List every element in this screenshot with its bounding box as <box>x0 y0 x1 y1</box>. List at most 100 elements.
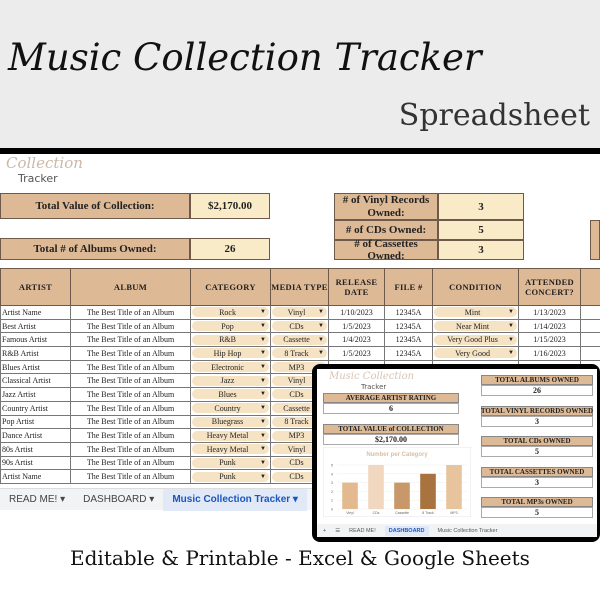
cell-attended-concert[interactable]: 1/13/2023 <box>518 305 581 320</box>
cell-release-date[interactable]: 1/5/2023 <box>328 346 385 361</box>
cell-attended-concert[interactable]: 1/15/2023 <box>518 332 581 348</box>
cell-release-date[interactable]: 1/10/2023 <box>328 305 385 320</box>
dropdown[interactable]: Jazz ▼ <box>192 375 269 386</box>
cell-category[interactable]: Country ▼ <box>190 400 271 416</box>
cell-condition[interactable]: Mint ▼ <box>432 305 519 320</box>
cell-category[interactable]: Blues ▼ <box>190 387 271 402</box>
cell-album[interactable]: The Best Title of an Album <box>70 469 191 484</box>
dropdown[interactable]: Heavy Metal ▼ <box>192 430 269 441</box>
dropdown[interactable]: Very Good ▼ <box>434 348 517 359</box>
cell-artist[interactable]: Classical Artist <box>0 373 71 389</box>
cell-media-type[interactable]: Cassette ▼ <box>270 332 329 348</box>
cell-album[interactable]: The Best Title of an Album <box>70 455 191 471</box>
cell-album[interactable]: The Best Title of an Album <box>70 305 191 320</box>
cell-attended-concert[interactable]: 1/16/2023 <box>518 346 581 361</box>
dash-tab-readme[interactable]: READ ME! <box>349 528 376 534</box>
cell-media-type[interactable]: Vinyl ▼ <box>270 305 329 320</box>
albums-owned[interactable]: 26 <box>190 238 270 260</box>
cell-album[interactable]: The Best Title of an Album <box>70 346 191 361</box>
cell-album[interactable]: The Best Title of an Album <box>70 441 191 457</box>
dropdown[interactable]: 8 Track ▼ <box>272 348 327 359</box>
tab-readme[interactable]: READ ME! ▾ <box>0 489 74 511</box>
cell-category[interactable]: Electronic ▼ <box>190 359 271 375</box>
cell-artist[interactable]: Jazz Artist <box>0 387 71 402</box>
dropdown[interactable]: Mint ▼ <box>434 307 517 318</box>
cell-empty[interactable] <box>580 332 600 348</box>
dropdown[interactable]: Rock ▼ <box>192 307 269 318</box>
cell-category[interactable]: R&B ▼ <box>190 332 271 348</box>
cell-album[interactable]: The Best Title of an Album <box>70 428 191 443</box>
cell-empty[interactable] <box>580 305 600 320</box>
cell-category[interactable]: Punk ▼ <box>190 455 271 471</box>
cell-category[interactable]: Pop ▼ <box>190 318 271 334</box>
cell-album[interactable]: The Best Title of an Album <box>70 318 191 334</box>
cell-file-number[interactable]: 12345A <box>384 305 433 320</box>
dropdown[interactable]: Blues ▼ <box>192 389 269 400</box>
cell-release-date[interactable]: 1/5/2023 <box>328 318 385 334</box>
cell-album[interactable]: The Best Title of an Album <box>70 332 191 348</box>
cell-empty[interactable] <box>580 318 600 334</box>
cell-album[interactable]: The Best Title of an Album <box>70 373 191 389</box>
cell-category[interactable]: Rock ▼ <box>190 305 271 320</box>
cell-album[interactable]: The Best Title of an Album <box>70 359 191 375</box>
cell-category[interactable]: Heavy Metal ▼ <box>190 428 271 443</box>
cell-category[interactable]: Heavy Metal ▼ <box>190 441 271 457</box>
dropdown[interactable]: CDs ▼ <box>272 321 327 332</box>
cell-condition[interactable]: Very Good Plus ▼ <box>432 332 519 348</box>
vinyl-count[interactable]: 3 <box>438 193 524 220</box>
cell-artist[interactable]: R&B Artist <box>0 346 71 361</box>
cell-file-number[interactable]: 12345A <box>384 346 433 361</box>
cell-artist[interactable]: Country Artist <box>0 400 71 416</box>
dropdown[interactable]: R&B ▼ <box>192 334 269 345</box>
dropdown[interactable]: Hip Hop ▼ <box>192 348 269 359</box>
cell-artist[interactable]: 80s Artist <box>0 441 71 457</box>
dash-tab-tracker[interactable]: Music Collection Tracker <box>438 528 498 534</box>
dropdown-arrow-icon: ▼ <box>318 323 324 330</box>
cell-category[interactable]: Jazz ▼ <box>190 373 271 389</box>
cell-file-number[interactable]: 12345A <box>384 332 433 348</box>
dropdown[interactable]: Punk ▼ <box>192 457 269 468</box>
cell-artist[interactable]: Famous Artist <box>0 332 71 348</box>
dropdown[interactable]: Punk ▼ <box>192 471 269 482</box>
dropdown[interactable]: Heavy Metal ▼ <box>192 444 269 455</box>
total-value[interactable]: $2,170.00 <box>190 193 270 219</box>
cell-file-number[interactable]: 12345A <box>384 318 433 334</box>
cell-artist[interactable]: Best Artist <box>0 318 71 334</box>
dash-tab-dashboard[interactable]: DASHBOARD <box>384 525 429 536</box>
cell-empty[interactable] <box>580 346 600 361</box>
cds-count[interactable]: 5 <box>438 220 524 240</box>
cell-artist[interactable]: Artist Name <box>0 305 71 320</box>
cell-artist[interactable]: Blues Artist <box>0 359 71 375</box>
dropdown[interactable]: Cassette ▼ <box>272 334 327 345</box>
cell-release-date[interactable]: 1/4/2023 <box>328 332 385 348</box>
cell-attended-concert[interactable]: 1/14/2023 <box>518 318 581 334</box>
table-row: Famous Artist The Best Title of an Album R… <box>0 332 600 348</box>
cell-album[interactable]: The Best Title of an Album <box>70 387 191 402</box>
dropdown[interactable]: Very Good Plus ▼ <box>434 334 517 345</box>
cell-artist[interactable]: 90s Artist <box>0 455 71 471</box>
dropdown[interactable]: Pop ▼ <box>192 321 269 332</box>
tab-dashboard[interactable]: DASHBOARD ▾ <box>74 489 163 511</box>
cell-media-type[interactable]: 8 Track ▼ <box>270 346 329 361</box>
add-sheet-icon[interactable]: + <box>323 528 326 534</box>
cell-category[interactable]: Bluegrass ▼ <box>190 414 271 430</box>
dropdown-value: Heavy Metal <box>206 444 249 454</box>
cell-artist[interactable]: Dance Artist <box>0 428 71 443</box>
tab-music-collection-tracker[interactable]: Music Collection Tracker ▾ <box>163 488 307 511</box>
dropdown[interactable]: Vinyl ▼ <box>272 307 327 318</box>
cell-condition[interactable]: Near Mint ▼ <box>432 318 519 334</box>
cell-condition[interactable]: Very Good ▼ <box>432 346 519 361</box>
cell-artist[interactable]: Artist Name <box>0 469 71 484</box>
dropdown[interactable]: Near Mint ▼ <box>434 321 517 332</box>
cell-album[interactable]: The Best Title of an Album <box>70 400 191 416</box>
cell-media-type[interactable]: CDs ▼ <box>270 318 329 334</box>
cassettes-count[interactable]: 3 <box>438 240 524 260</box>
all-sheets-icon[interactable]: ☰ <box>335 528 340 534</box>
dropdown[interactable]: Electronic ▼ <box>192 362 269 373</box>
cell-album[interactable]: The Best Title of an Album <box>70 414 191 430</box>
cell-category[interactable]: Hip Hop ▼ <box>190 346 271 361</box>
cell-artist[interactable]: Pop Artist <box>0 414 71 430</box>
cell-category[interactable]: Punk ▼ <box>190 469 271 484</box>
dropdown[interactable]: Bluegrass ▼ <box>192 416 269 427</box>
dropdown[interactable]: Country ▼ <box>192 403 269 414</box>
